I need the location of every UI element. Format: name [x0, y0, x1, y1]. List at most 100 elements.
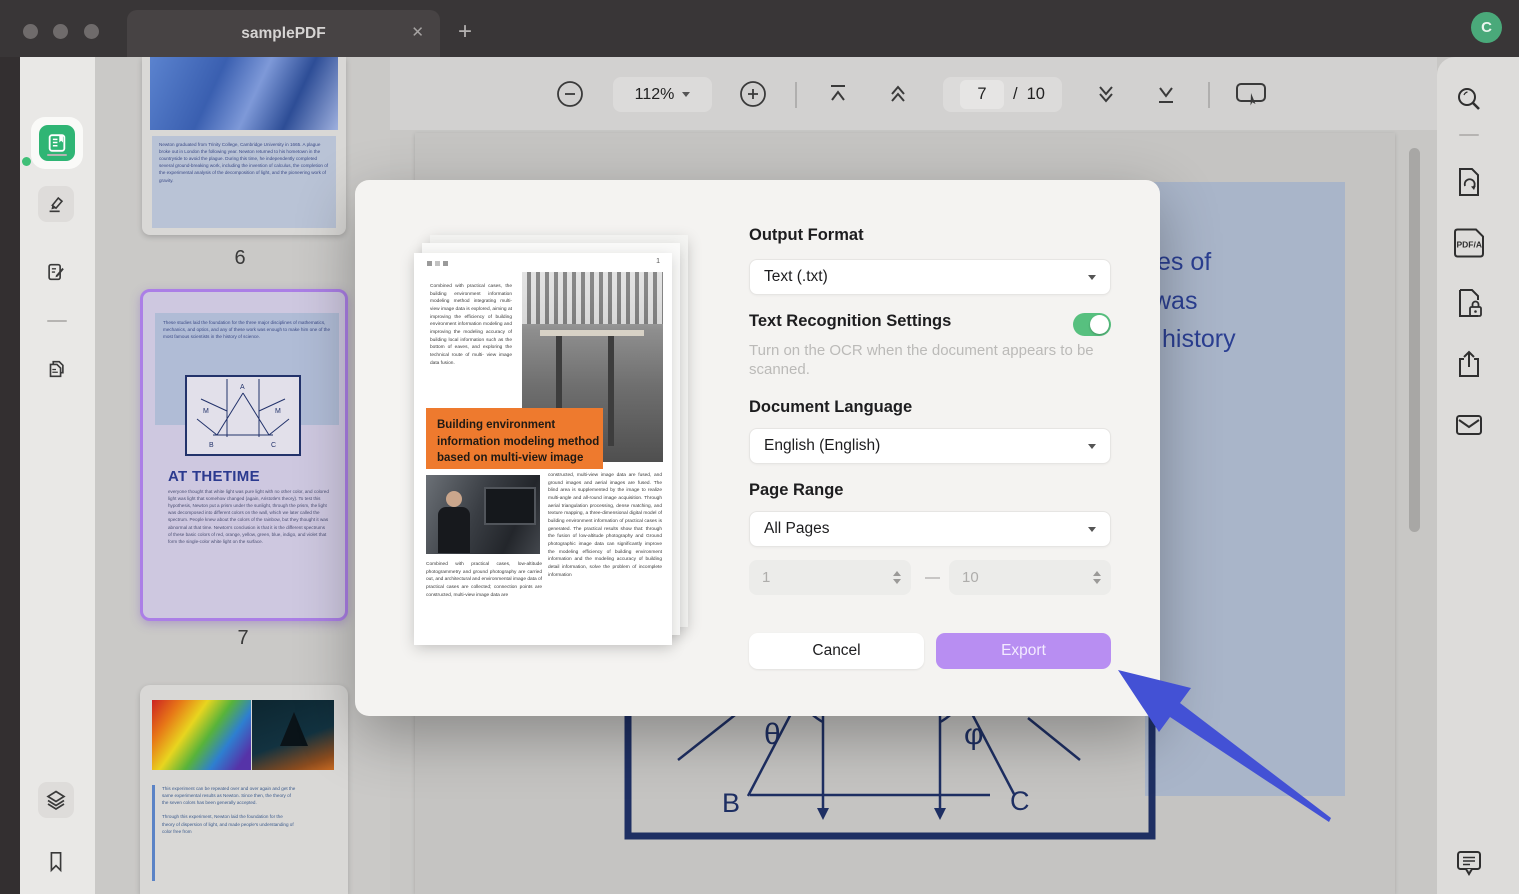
new-tab-button[interactable]: + — [458, 18, 472, 46]
thumbnail-page-6[interactable]: Newton graduated from Trinity College, C… — [142, 57, 346, 235]
feedback-button[interactable] — [1446, 843, 1492, 883]
left-edge-strip — [0, 57, 20, 894]
protect-button[interactable] — [1446, 283, 1492, 323]
page-number-label: 6 — [220, 247, 260, 270]
chevron-down-icon — [1088, 275, 1096, 280]
presentation-icon — [1234, 79, 1268, 109]
total-pages: 10 — [1027, 85, 1045, 104]
app-window: es of was history — [0, 0, 1519, 894]
cancel-button[interactable]: Cancel — [749, 633, 924, 669]
thumbnail-page-8[interactable]: This experiment can be repeated over and… — [140, 685, 348, 894]
comment-icon — [1454, 848, 1484, 878]
pdfa-button[interactable]: PDF/A — [1446, 223, 1492, 263]
document-lock-icon — [1454, 287, 1484, 319]
tab-close-icon[interactable]: ✕ — [411, 23, 424, 41]
book-reader-icon — [46, 132, 68, 154]
thumbnail-page-7-selected[interactable]: These studies laid the foundation for th… — [140, 289, 348, 621]
window-zoom-button[interactable] — [84, 24, 99, 39]
toolbar-separator — [795, 82, 797, 108]
page8-para2: Through this experiment, Newton laid the… — [162, 814, 294, 833]
convert-button[interactable] — [1446, 162, 1492, 202]
mini-m-right-label: M — [275, 408, 281, 415]
zoom-in-button[interactable] — [739, 80, 767, 108]
layers-button[interactable] — [38, 782, 74, 818]
document-language-select[interactable]: English (English) — [749, 428, 1111, 464]
page6-photo — [150, 57, 338, 130]
stepper-arrows-icon[interactable] — [893, 571, 901, 584]
diagram-theta-label: θ — [764, 718, 781, 751]
organize-pages-button[interactable] — [38, 351, 74, 387]
export-dialog: 1 Combined with practical cases, the bui… — [355, 180, 1160, 716]
page-text-fragment: history — [1162, 325, 1236, 354]
page-range-select[interactable]: All Pages — [749, 511, 1111, 547]
preview-col2: Combined with practical cases, low-altit… — [426, 561, 542, 599]
chevron-down-icon — [682, 92, 690, 97]
account-avatar[interactable]: C — [1471, 12, 1502, 43]
zoom-level-dropdown[interactable]: 112% — [613, 77, 712, 112]
convert-file-icon — [1454, 166, 1484, 198]
window-close-button[interactable] — [23, 24, 38, 39]
toolbar-divider — [47, 320, 67, 322]
zoom-out-button[interactable] — [556, 80, 584, 108]
edit-pdf-button[interactable] — [38, 254, 74, 290]
mini-m-left-label: M — [203, 408, 209, 415]
search-button[interactable] — [1446, 79, 1492, 119]
output-format-select[interactable]: Text (.txt) — [749, 259, 1111, 295]
output-format-label: Output Format — [749, 226, 864, 245]
diagram-phi-label: φ — [964, 718, 983, 751]
range-start-value: 1 — [762, 569, 770, 586]
bookmark-button[interactable] — [38, 844, 74, 880]
active-indicator-dot — [22, 157, 31, 166]
export-button[interactable]: Export — [936, 633, 1111, 669]
page-text-fragment: es of — [1157, 248, 1211, 277]
zoom-level-value: 112% — [635, 86, 675, 104]
page-highlight-box: es of was history — [1145, 182, 1345, 796]
next-page-button[interactable] — [1092, 80, 1120, 108]
preview-col1: Combined with practical cases, the build… — [430, 283, 512, 367]
title-bar: samplePDF ✕ + C — [0, 0, 1519, 57]
page7-body-text: everyone thought that white light was pu… — [168, 488, 330, 545]
range-start-stepper[interactable]: 1 — [749, 560, 911, 595]
pages-icon — [45, 358, 67, 380]
tab-title: samplePDF — [241, 25, 325, 43]
share-button[interactable] — [1446, 344, 1492, 384]
diagram-b-label: B — [722, 788, 740, 818]
page7-heading: AT THETIME — [168, 468, 260, 485]
page-indicator: 7 / 10 — [943, 77, 1062, 112]
double-chevron-up-icon — [884, 80, 912, 108]
current-page-input[interactable]: 7 — [960, 80, 1004, 109]
range-end-value: 10 — [962, 569, 979, 586]
diagram-c-label: C — [1010, 786, 1030, 816]
toolbar-separator — [1208, 82, 1210, 108]
page-range-value: All Pages — [764, 520, 829, 538]
annotate-button[interactable] — [38, 186, 74, 222]
page8-prism-photo — [252, 700, 334, 770]
layers-icon — [44, 788, 68, 812]
chevron-down-icon — [1088, 527, 1096, 532]
last-page-button[interactable] — [1152, 80, 1180, 108]
search-icon — [1455, 85, 1483, 113]
preview-page-front: 1 Combined with practical cases, the bui… — [414, 253, 672, 645]
mini-b-label: B — [209, 442, 214, 449]
mini-c-label: C — [271, 442, 276, 449]
window-minimize-button[interactable] — [53, 24, 68, 39]
stepper-arrows-icon[interactable] — [1093, 571, 1101, 584]
left-toolbar — [20, 57, 95, 894]
mail-button[interactable] — [1446, 405, 1492, 445]
range-end-stepper[interactable]: 10 — [949, 560, 1111, 595]
presentation-button[interactable] — [1234, 79, 1268, 109]
vertical-scrollbar[interactable] — [1409, 148, 1420, 532]
toolbar-divider — [1459, 134, 1479, 136]
mail-icon — [1454, 412, 1484, 438]
page6-text: Newton graduated from Trinity College, C… — [152, 136, 336, 228]
first-page-button[interactable] — [824, 80, 852, 108]
ocr-toggle[interactable] — [1073, 313, 1111, 336]
document-language-value: English (English) — [764, 437, 880, 455]
preview-article-title: Building environment information modelin… — [426, 408, 603, 469]
previous-page-button[interactable] — [884, 80, 912, 108]
toggle-knob — [1090, 315, 1109, 334]
document-tab[interactable]: samplePDF ✕ — [127, 10, 440, 57]
pdfa-label: PDF/A — [1457, 240, 1483, 250]
page8-text: This experiment can be repeated over and… — [162, 785, 296, 835]
share-icon — [1455, 349, 1483, 379]
